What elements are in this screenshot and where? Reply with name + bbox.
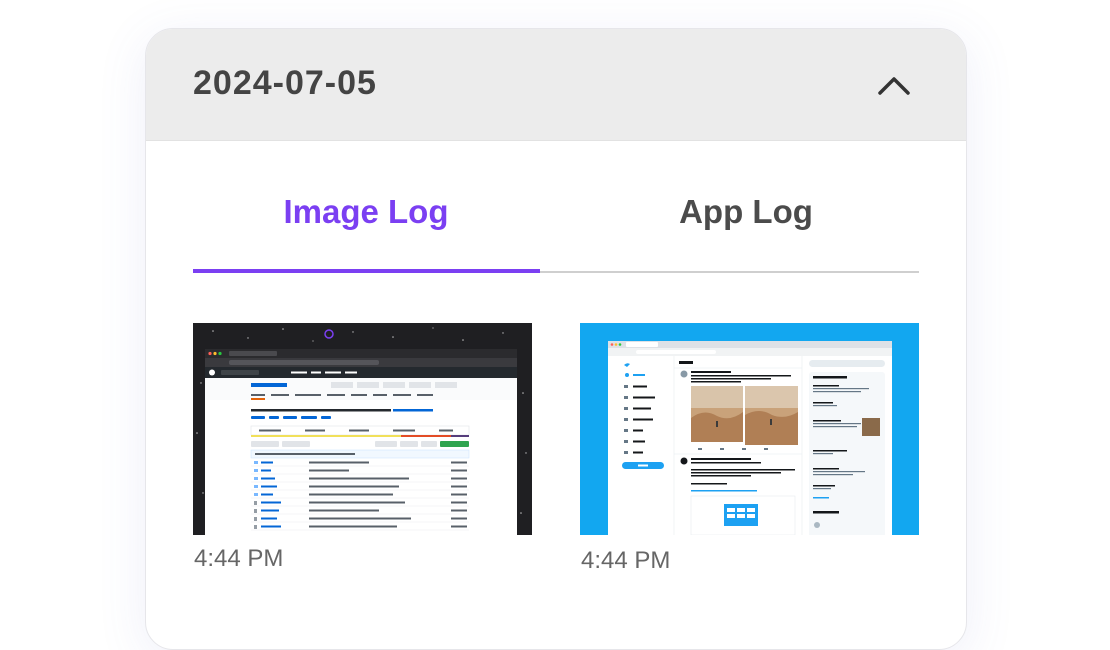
collapse-button[interactable]	[866, 59, 922, 111]
tab-app-log[interactable]: App Log	[573, 179, 919, 269]
chevron-up-icon	[878, 77, 910, 95]
log-entry-card: 2024-07-05 Image Log App Log 4:44 PM 4:4…	[145, 28, 967, 650]
twitter-screenshot-image	[580, 323, 919, 535]
active-tab-indicator	[193, 269, 540, 273]
screenshot-time: 4:44 PM	[581, 547, 671, 574]
github-screenshot-image	[193, 323, 532, 535]
tab-image-log[interactable]: Image Log	[193, 179, 539, 269]
entry-date: 2024-07-05	[193, 64, 377, 102]
screenshot-thumbnail-twitter[interactable]	[580, 323, 919, 535]
screenshot-thumbnail-github[interactable]	[193, 323, 532, 535]
screenshot-time: 4:44 PM	[194, 545, 284, 572]
log-tabs: Image Log App Log	[193, 179, 919, 274]
log-entry-header[interactable]: 2024-07-05	[146, 29, 966, 141]
